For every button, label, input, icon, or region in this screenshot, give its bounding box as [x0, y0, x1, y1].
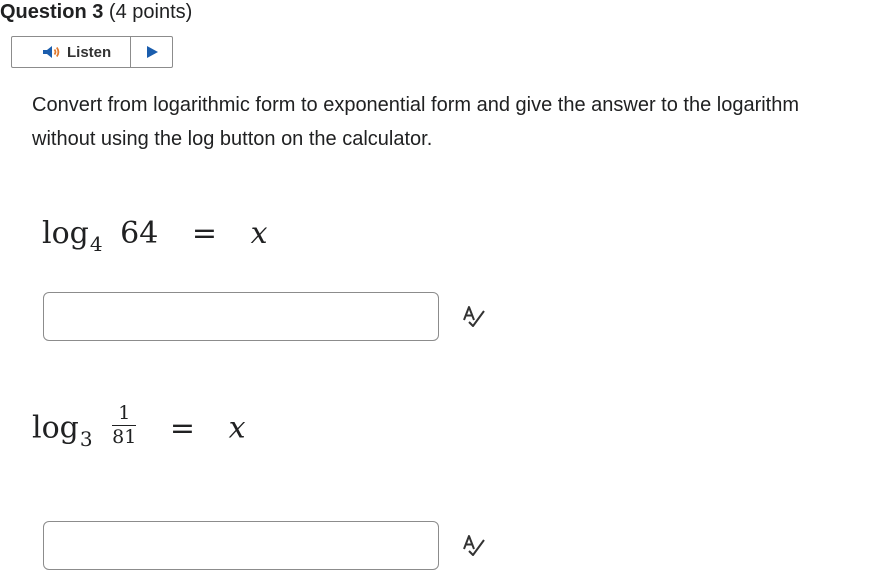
speaker-icon	[43, 46, 60, 58]
listen-control: Listen	[11, 36, 173, 68]
listen-label: Listen	[67, 43, 112, 61]
equals-sign: =	[191, 216, 218, 251]
variable-x: x	[228, 410, 246, 446]
log-argument-fraction: 1 81	[112, 404, 137, 448]
fraction-denominator: 81	[112, 426, 137, 448]
log-function: log	[32, 410, 79, 446]
question-number: Question 3	[0, 1, 104, 23]
question-header: Question 3 (4 points)	[0, 0, 192, 24]
play-button[interactable]	[131, 37, 172, 67]
question-points: (4 points)	[108, 1, 193, 23]
listen-button[interactable]: Listen	[12, 37, 130, 67]
variable-x: x	[250, 216, 268, 251]
log-base: 4	[89, 232, 103, 256]
play-icon	[146, 46, 158, 58]
answer-input-1[interactable]	[43, 292, 439, 341]
equals-sign: =	[169, 410, 196, 446]
spell-check-icon[interactable]	[460, 531, 488, 559]
spell-check-icon[interactable]	[460, 302, 488, 330]
log-equation-2: log3 1 81 = x	[32, 404, 246, 451]
answer-input-2[interactable]	[43, 521, 439, 570]
question-prompt: Convert from logarithmic form to exponen…	[32, 94, 800, 150]
log-argument: 64	[120, 216, 159, 251]
log-base: 3	[79, 426, 93, 451]
fraction-numerator: 1	[112, 404, 137, 426]
log-equation-1: log4 64 = x	[42, 216, 268, 256]
log-function: log	[42, 216, 89, 251]
